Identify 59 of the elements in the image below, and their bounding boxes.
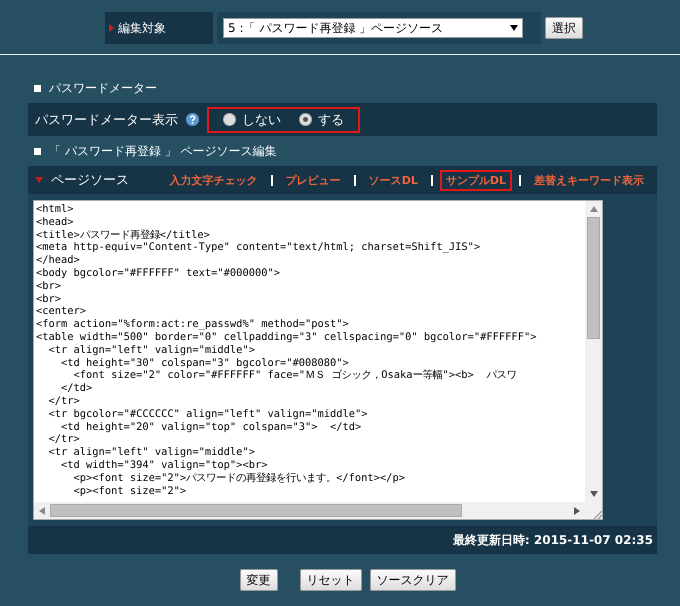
bullet-icon bbox=[34, 148, 41, 154]
section-heading: パスワードメーター bbox=[49, 80, 157, 96]
code-line: <meta http-equiv="Content-Type" content="text/html; charset=Shift_JIS"> bbox=[36, 241, 482, 254]
code-line: <tr align="left" valign="middle"> bbox=[48, 446, 256, 459]
code-line: </td> bbox=[60, 382, 94, 395]
radio-option[interactable]: する bbox=[299, 110, 344, 128]
scroll-right-icon[interactable] bbox=[574, 506, 580, 514]
radio-option[interactable]: しない bbox=[223, 110, 281, 128]
toolbar-link[interactable]: プレビュー bbox=[280, 170, 347, 190]
scroll-up-icon[interactable] bbox=[590, 206, 598, 212]
code-line: <table width="500" border="0" cellpadding="3" cellspacing="0" bgcolor="#FFFFFF"> bbox=[36, 330, 538, 344]
toolbar-link[interactable]: 差替えキーワード表示 bbox=[528, 170, 650, 190]
code-line: <html> bbox=[36, 203, 75, 216]
code-line: <body bgcolor="#FFFFFF" text="#000000"> bbox=[36, 266, 281, 280]
code-line: <tr align="left" valign="middle"> bbox=[48, 344, 256, 357]
panel-title: ページソース bbox=[51, 172, 129, 189]
meter-label: パスワードメーター表示 bbox=[35, 112, 178, 128]
vertical-scrollbar[interactable] bbox=[585, 201, 602, 502]
toolbar-link[interactable]: 入力文字チェック bbox=[164, 170, 264, 190]
action-button[interactable]: ソースクリア bbox=[370, 569, 456, 591]
bullet-icon bbox=[34, 84, 41, 92]
select-button[interactable]: 選択 bbox=[545, 17, 583, 39]
resize-grip-icon[interactable] bbox=[593, 510, 602, 519]
code-line: <br> bbox=[36, 292, 62, 306]
code-line: <p><font size="2"> bbox=[72, 484, 188, 498]
code-line: <form action="%form:act:re_passwd%" method="post"> bbox=[36, 318, 350, 331]
toolbar-link[interactable]: ソースDL bbox=[362, 170, 424, 190]
triangle-down-icon bbox=[35, 177, 43, 183]
code-line: <tr bgcolor="#CCCCCC" align="left" valign="middle"> bbox=[48, 408, 369, 421]
scroll-thumb[interactable] bbox=[50, 504, 462, 517]
action-button[interactable]: 変更 bbox=[240, 569, 278, 591]
code-line: <font size="2" color="#FFFFFF" face="ＭＳ ゴシック，Osakaー等幅"><b> パスワ bbox=[72, 369, 518, 382]
dropdown-arrow-icon bbox=[510, 25, 518, 31]
radio-icon[interactable] bbox=[299, 113, 312, 126]
last-updated: 最終更新日時: 2015-11-07 02:35 bbox=[452, 532, 653, 548]
triangle-icon bbox=[109, 24, 114, 32]
scroll-thumb[interactable] bbox=[587, 217, 600, 339]
code-line: </head> bbox=[36, 254, 81, 267]
field-label-text: 編集対象 bbox=[118, 20, 166, 36]
code-line: <td height="20" valign="top" colspan="3"> </td> bbox=[60, 420, 362, 434]
horizontal-scrollbar[interactable] bbox=[34, 502, 585, 519]
scroll-down-icon[interactable] bbox=[590, 491, 598, 497]
code-line: <br> bbox=[36, 280, 62, 293]
code-line: <p><font size="2">パスワードの再登録を行います。</font></p> bbox=[72, 472, 406, 485]
scroll-left-icon[interactable] bbox=[39, 506, 45, 514]
code-line: </tr> bbox=[48, 433, 81, 446]
help-icon[interactable] bbox=[186, 113, 199, 126]
code-line: <td width="394" valign="top"><br> bbox=[60, 458, 268, 472]
code-line: <td height="30" colspan="3" bgcolor="#008080"> bbox=[60, 356, 350, 370]
code-line: <title>パスワード再登録</title> bbox=[36, 228, 211, 242]
code-line: <center> bbox=[36, 305, 88, 318]
action-button[interactable]: リセット bbox=[300, 569, 362, 591]
target-select[interactable]: 5 :「 パスワード再登録 」ページソース bbox=[223, 18, 523, 38]
radio-icon[interactable] bbox=[223, 113, 236, 126]
toolbar-link[interactable]: サンプルDL bbox=[440, 170, 512, 190]
section-heading: 「 パスワード再登録 」 ページソース編集 bbox=[49, 142, 276, 160]
code-editor[interactable] bbox=[33, 200, 603, 520]
code-line: </tr> bbox=[48, 394, 81, 408]
code-line: <head> bbox=[36, 216, 75, 229]
